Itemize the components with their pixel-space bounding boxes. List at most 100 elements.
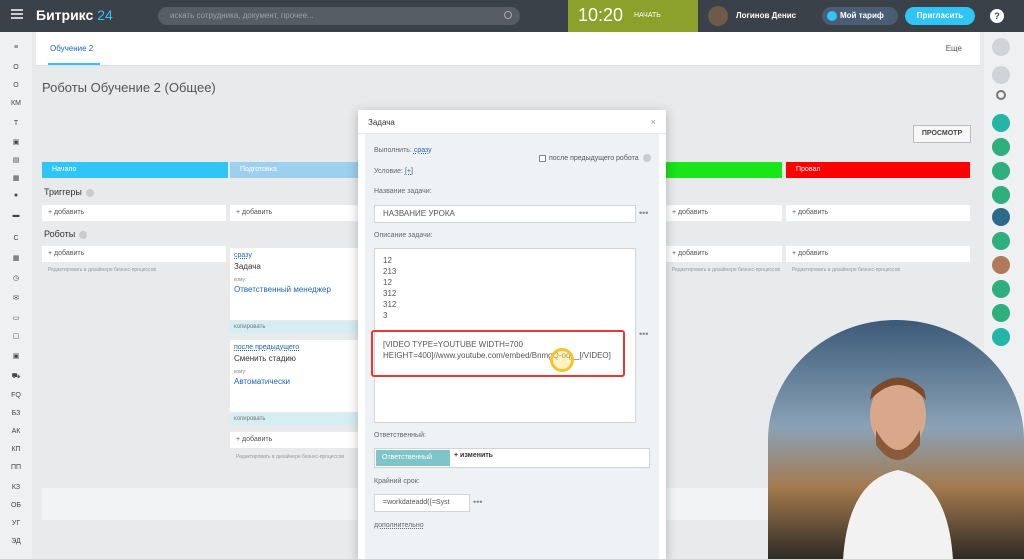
filter-icon[interactable]: ≡ — [0, 44, 32, 51]
print-icon[interactable]: ▭ — [0, 314, 32, 322]
add-trigger-button[interactable]: + добавить — [230, 205, 358, 221]
add-robot-button[interactable]: + добавить — [666, 246, 782, 262]
left-sidebar: ≡ О О КМ Т ▣ ▤ ▦ ● ▬ С ▦ ◷ ✉ ▭ ▢ ▣ ⛟ FQ … — [0, 32, 32, 559]
card-icon[interactable]: ▣ — [0, 352, 32, 360]
webcam-overlay — [768, 320, 1024, 559]
sidebar-item[interactable]: О — [0, 82, 32, 89]
change-responsible-button[interactable]: + изменить — [454, 452, 493, 459]
close-icon[interactable]: × — [651, 117, 656, 127]
group-icon[interactable]: ● — [0, 192, 32, 199]
sidebar-item[interactable]: КП — [0, 446, 32, 453]
chat-icon[interactable] — [992, 66, 1010, 84]
sidebar-item[interactable]: FQ — [0, 392, 32, 399]
stage-preparation[interactable]: Подготовка — [230, 162, 358, 178]
stage-failure[interactable]: Провал — [786, 162, 970, 178]
add-robot-button[interactable]: + добавить — [786, 246, 970, 262]
call-icon[interactable] — [992, 328, 1010, 346]
sidebar-item[interactable]: Т — [0, 120, 32, 127]
stage-start[interactable]: Начало — [42, 162, 228, 178]
menu-icon[interactable] — [11, 9, 23, 19]
add-robot-button[interactable]: + добавить — [42, 246, 226, 262]
copy-button[interactable]: копировать — [230, 413, 358, 425]
sidebar-item[interactable]: С — [0, 235, 32, 242]
add-trigger-button[interactable]: + добавить — [42, 205, 226, 221]
window-icon[interactable]: ▢ — [0, 332, 32, 340]
sidebar-item[interactable]: УГ — [0, 520, 32, 527]
help-icon[interactable] — [642, 154, 651, 162]
deadline-input[interactable]: =workdateadd({=Syst — [374, 494, 470, 512]
sidebar-item[interactable]: КМ — [0, 100, 32, 107]
work-time-widget[interactable]: 10:20 НАЧАТЬ — [568, 0, 698, 32]
search-input[interactable]: искать сотрудника, документ, прочее... — [158, 7, 520, 25]
preview-button[interactable]: ПРОСМОТР — [913, 125, 971, 143]
after-previous-checkbox[interactable]: после предыдущего робота — [539, 154, 651, 162]
logo[interactable]: Битрикс 24 — [36, 7, 113, 23]
active-tab-indicator — [48, 63, 100, 65]
bitrix24-icon[interactable] — [992, 208, 1010, 226]
copy-button[interactable]: копировать — [230, 321, 358, 333]
tab-bar: Обучение 2 Еще — [36, 32, 980, 66]
contact-icon[interactable] — [992, 138, 1010, 156]
highlight-box — [371, 330, 625, 377]
task-name-input[interactable]: НАЗВАНИЕ УРОКА — [374, 205, 636, 223]
avatar[interactable] — [708, 6, 728, 26]
tasks-icon[interactable]: ▣ — [0, 138, 32, 146]
contact-icon[interactable] — [992, 304, 1010, 322]
responsible-tag[interactable]: Ответственный — [376, 450, 450, 466]
contact-icon[interactable] — [992, 232, 1010, 250]
feed-icon[interactable]: ▦ — [0, 174, 32, 182]
top-header: Битрикс 24 искать сотрудника, документ, … — [0, 0, 1024, 32]
add-trigger-button[interactable]: + добавить — [666, 205, 782, 221]
drive-icon[interactable]: ▬ — [0, 212, 32, 219]
search-icon[interactable] — [996, 90, 1006, 100]
designer-link[interactable]: Редактировать в дизайнере бизнес-процесс… — [672, 267, 780, 273]
help-icon[interactable]: ? — [990, 9, 1004, 23]
invite-button[interactable]: Пригласить — [905, 7, 975, 25]
tariff-button[interactable]: Мой тариф — [822, 7, 898, 25]
additional-link[interactable]: дополнительно — [374, 522, 424, 529]
contact-icon[interactable] — [992, 280, 1010, 298]
help-icon[interactable] — [79, 230, 88, 239]
sidebar-item[interactable]: ОБ — [0, 502, 32, 509]
robot-who-label: кому: — [234, 277, 247, 283]
calendar-icon[interactable]: ▦ — [0, 254, 32, 262]
execute-link[interactable]: сразу — [414, 147, 432, 154]
triggers-label: Триггеры — [44, 187, 94, 197]
sidebar-item[interactable]: О — [0, 64, 32, 71]
sidebar-item[interactable]: ЭД — [0, 538, 32, 545]
execute-label: Выполнить: сразу — [374, 147, 432, 154]
sidebar-item[interactable]: КЗ — [0, 484, 32, 491]
condition-add-link[interactable]: [+] — [405, 168, 413, 175]
contact-icon[interactable] — [992, 186, 1010, 204]
cart-icon[interactable]: ⛟ — [0, 372, 32, 381]
robot-card-change-stage[interactable]: после предыдущего Сменить стадию кому: А… — [230, 340, 358, 412]
checkbox-icon[interactable] — [539, 154, 546, 162]
robot-timing-link[interactable]: сразу — [234, 252, 354, 259]
sidebar-item[interactable]: ПП — [0, 464, 32, 471]
more-menu[interactable]: Еще — [946, 44, 962, 53]
robot-card-task[interactable]: сразу Задача кому: Ответственный менедже… — [230, 248, 358, 320]
insert-value-icon[interactable]: ••• — [639, 329, 648, 339]
designer-link[interactable]: Редактировать в дизайнере бизнес-процесс… — [48, 267, 156, 273]
robot-timing-link[interactable]: после предыдущего — [234, 344, 354, 351]
insert-value-icon[interactable]: ••• — [473, 497, 482, 507]
sidebar-item[interactable]: АК — [0, 428, 32, 435]
avatar[interactable] — [992, 256, 1010, 274]
add-trigger-button[interactable]: + добавить — [786, 205, 970, 221]
mail-icon[interactable]: ✉ — [0, 294, 32, 302]
add-robot-button[interactable]: + добавить — [230, 432, 358, 448]
tab-training-2[interactable]: Обучение 2 — [50, 44, 93, 53]
start-day-button[interactable]: НАЧАТЬ — [634, 12, 661, 19]
stage-success[interactable] — [666, 162, 782, 178]
contact-icon[interactable] — [992, 162, 1010, 180]
designer-link[interactable]: Редактировать в дизайнере бизнес-процесс… — [792, 267, 900, 273]
call-icon[interactable] — [992, 114, 1010, 132]
sidebar-item[interactable]: БЗ — [0, 410, 32, 417]
chat-icon[interactable]: ▤ — [0, 156, 32, 164]
designer-link[interactable]: Редактировать в дизайнере бизнес-процесс… — [236, 454, 344, 460]
user-name[interactable]: Логинов Денис — [736, 11, 796, 20]
notification-icon[interactable] — [992, 38, 1010, 56]
help-icon[interactable] — [85, 188, 94, 197]
clock-icon[interactable]: ◷ — [0, 274, 32, 282]
insert-value-icon[interactable]: ••• — [639, 208, 648, 218]
